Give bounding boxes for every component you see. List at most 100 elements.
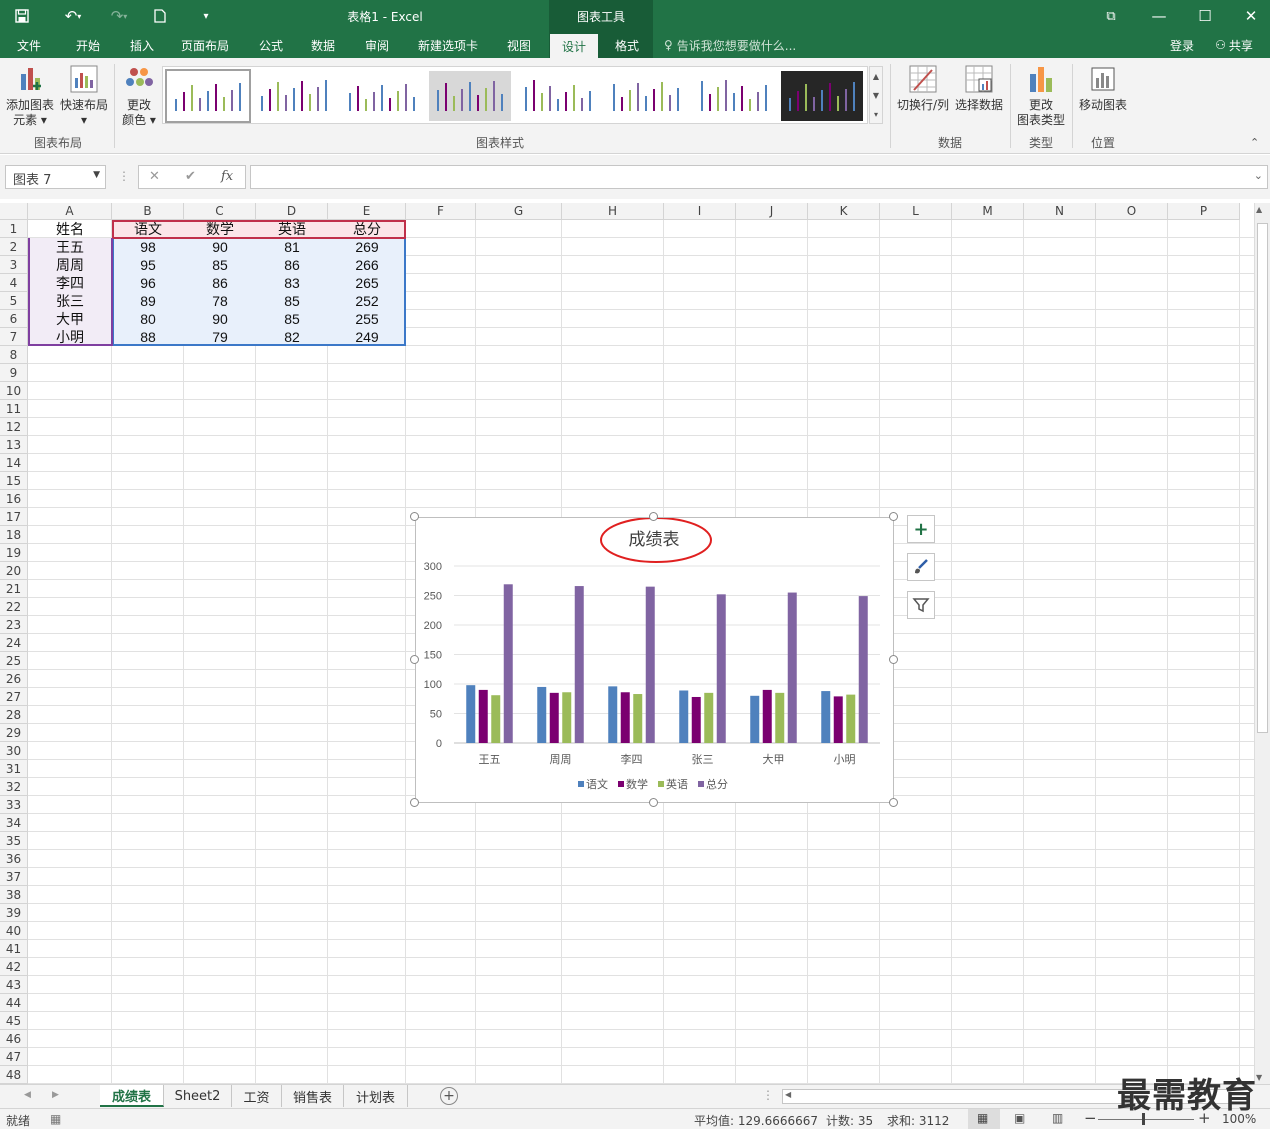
table-cell[interactable]: 89 — [112, 292, 184, 310]
row-header-31[interactable]: 31 — [0, 760, 28, 778]
row-header-33[interactable]: 33 — [0, 796, 28, 814]
change-colors-button[interactable]: 更改 颜色 ▾ — [118, 64, 160, 130]
column-header-C[interactable]: C — [184, 203, 256, 220]
bar-语文-大甲[interactable] — [750, 695, 760, 743]
cell-header[interactable]: 语文 — [112, 220, 184, 238]
resize-handle-t[interactable] — [649, 512, 658, 521]
row-header-34[interactable]: 34 — [0, 814, 28, 832]
bar-英语-张三[interactable] — [704, 692, 714, 743]
sheet-tab-4[interactable]: 销售表 — [282, 1085, 344, 1107]
bar-语文-王五[interactable] — [466, 685, 476, 743]
cell-header[interactable]: 英语 — [256, 220, 328, 238]
share-button[interactable]: ⚇ 共享 — [1206, 32, 1262, 58]
table-cell[interactable]: 90 — [184, 310, 256, 328]
row-header-48[interactable]: 48 — [0, 1066, 28, 1084]
table-cell[interactable]: 王五 — [28, 238, 112, 256]
cell-header[interactable]: 总分 — [328, 220, 406, 238]
table-cell[interactable]: 张三 — [28, 292, 112, 310]
row-header-24[interactable]: 24 — [0, 634, 28, 652]
row-header-3[interactable]: 3 — [0, 256, 28, 274]
table-cell[interactable]: 265 — [328, 274, 406, 292]
table-cell[interactable]: 大甲 — [28, 310, 112, 328]
tab-format[interactable]: 格式 — [606, 32, 648, 58]
scroll-left-icon[interactable]: ◀ — [785, 1090, 791, 1099]
chart-styles-brush-icon[interactable] — [907, 553, 935, 581]
column-header-E[interactable]: E — [328, 203, 406, 220]
chart-style-8[interactable] — [781, 71, 863, 121]
row-header-45[interactable]: 45 — [0, 1012, 28, 1030]
row-header-36[interactable]: 36 — [0, 850, 28, 868]
table-cell[interactable]: 80 — [112, 310, 184, 328]
chart[interactable]: 0 50 100 150 200 250 300 王五 周周 李四 张三 大甲 小明 语文 数学 英语 总分… — [415, 517, 894, 803]
row-header-2[interactable]: 2 — [0, 238, 28, 256]
name-box-dropdown-icon[interactable]: ▼ — [93, 170, 100, 180]
table-cell[interactable]: 78 — [184, 292, 256, 310]
bar-英语-李四[interactable] — [633, 694, 643, 743]
sheet-tab-2[interactable]: Sheet2 — [164, 1085, 232, 1107]
tab-view[interactable]: 视图 — [498, 32, 540, 58]
legend-label[interactable]: 英语 — [666, 777, 688, 791]
row-header-32[interactable]: 32 — [0, 778, 28, 796]
bar-数学-小明[interactable] — [833, 696, 843, 743]
add-sheet-icon[interactable]: + — [440, 1087, 458, 1105]
table-cell[interactable]: 266 — [328, 256, 406, 274]
bar-总分-李四[interactable] — [645, 586, 655, 743]
row-header-19[interactable]: 19 — [0, 544, 28, 562]
maximize-icon[interactable]: ☐ — [1192, 0, 1218, 32]
scroll-up-icon[interactable]: ▲ — [1256, 205, 1262, 214]
table-cell[interactable]: 85 — [184, 256, 256, 274]
table-cell[interactable]: 79 — [184, 328, 256, 346]
cancel-icon[interactable]: ✕ — [149, 169, 160, 184]
table-cell[interactable]: 255 — [328, 310, 406, 328]
collapse-ribbon-icon[interactable]: ⌃ — [1250, 136, 1259, 149]
row-header-26[interactable]: 26 — [0, 670, 28, 688]
column-header-K[interactable]: K — [808, 203, 880, 220]
row-header-22[interactable]: 22 — [0, 598, 28, 616]
row-header-42[interactable]: 42 — [0, 958, 28, 976]
table-cell[interactable]: 82 — [256, 328, 328, 346]
tab-review[interactable]: 审阅 — [356, 32, 398, 58]
tab-page-layout[interactable]: 页面布局 — [172, 32, 238, 58]
formula-input[interactable]: ⌄ — [250, 165, 1268, 189]
gallery-scroll[interactable]: ▲ ▼ ▾ — [869, 66, 883, 124]
switch-row-col-button[interactable]: 切换行/列 — [894, 64, 952, 130]
row-header-21[interactable]: 21 — [0, 580, 28, 598]
chart-style-6[interactable] — [605, 71, 687, 121]
bar-总分-周周[interactable] — [574, 586, 584, 743]
row-header-40[interactable]: 40 — [0, 922, 28, 940]
row-header-17[interactable]: 17 — [0, 508, 28, 526]
row-header-35[interactable]: 35 — [0, 832, 28, 850]
confirm-icon[interactable]: ✔ — [185, 169, 196, 184]
table-cell[interactable]: 269 — [328, 238, 406, 256]
macro-record-icon[interactable]: ▦ — [50, 1112, 61, 1126]
bar-英语-周周[interactable] — [562, 692, 572, 743]
row-header-14[interactable]: 14 — [0, 454, 28, 472]
move-chart-button[interactable]: 移动图表 — [1074, 64, 1132, 130]
column-header-M[interactable]: M — [952, 203, 1024, 220]
table-cell[interactable]: 85 — [256, 292, 328, 310]
row-header-13[interactable]: 13 — [0, 436, 28, 454]
chart-filter-icon[interactable] — [907, 591, 935, 619]
bar-英语-王五[interactable] — [491, 695, 501, 743]
row-header-4[interactable]: 4 — [0, 274, 28, 292]
column-header-O[interactable]: O — [1096, 203, 1168, 220]
row-header-7[interactable]: 7 — [0, 328, 28, 346]
bar-英语-小明[interactable] — [846, 694, 856, 743]
row-header-1[interactable]: 1 — [0, 220, 28, 238]
page-layout-view-icon[interactable]: ▣ — [1014, 1111, 1025, 1125]
table-cell[interactable]: 90 — [184, 238, 256, 256]
resize-handle-tr[interactable] — [889, 512, 898, 521]
row-header-43[interactable]: 43 — [0, 976, 28, 994]
row-header-5[interactable]: 5 — [0, 292, 28, 310]
table-cell[interactable]: 252 — [328, 292, 406, 310]
table-cell[interactable]: 李四 — [28, 274, 112, 292]
bar-数学-大甲[interactable] — [762, 689, 772, 743]
tab-design[interactable]: 设计 — [550, 34, 598, 58]
new-file-icon[interactable] — [150, 0, 170, 32]
next-sheet-icon[interactable]: ▶ — [52, 1090, 59, 1100]
legend-label[interactable]: 语文 — [586, 777, 608, 791]
chart-title[interactable]: 成绩表 — [629, 530, 680, 550]
vertical-scrollbar[interactable]: ▲ ▼ — [1254, 203, 1270, 1084]
row-header-23[interactable]: 23 — [0, 616, 28, 634]
row-header-15[interactable]: 15 — [0, 472, 28, 490]
